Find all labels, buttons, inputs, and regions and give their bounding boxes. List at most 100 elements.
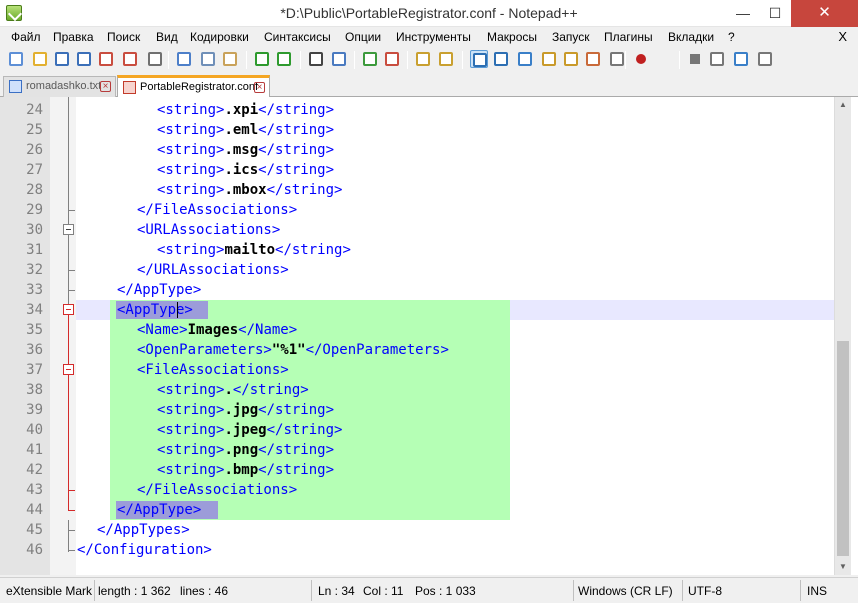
zoom-out-icon[interactable] — [383, 50, 401, 68]
fold-end-marker — [68, 290, 75, 291]
scroll-down-icon[interactable]: ▼ — [835, 559, 851, 575]
code-line-40[interactable]: 40 <string>.jpeg</string> — [0, 420, 834, 440]
code-line-25[interactable]: 25 <string>.eml</string> — [0, 120, 834, 140]
fold-collapse-icon[interactable] — [63, 304, 74, 315]
close-all-icon[interactable] — [121, 50, 139, 68]
status-language: eXtensible Markup Language file — [6, 584, 92, 598]
vertical-scrollbar[interactable]: ▲ ▼ — [834, 97, 851, 575]
undo-icon[interactable] — [253, 50, 271, 68]
paste-icon[interactable] — [221, 50, 239, 68]
close-document-button[interactable]: X — [838, 29, 847, 44]
code-line-46[interactable]: 46 </Configuration> — [0, 540, 834, 560]
code-line-39[interactable]: 39 <string>.jpg</string> — [0, 400, 834, 420]
code-line-26[interactable]: 26 <string>.msg</string> — [0, 140, 834, 160]
toolbar — [0, 47, 858, 73]
replace-icon[interactable] — [330, 50, 348, 68]
code-line-41[interactable]: 41 <string>.png</string> — [0, 440, 834, 460]
redo-icon[interactable] — [275, 50, 293, 68]
code-line-35[interactable]: 35 <Name>Images</Name> — [0, 320, 834, 340]
xml-tag: <string> — [157, 422, 225, 438]
code-text: </FileAssociations> — [137, 200, 297, 220]
tab-portableregistrator[interactable]: PortableRegistrator.conf × — [117, 75, 270, 98]
menu-help[interactable]: ? — [728, 30, 735, 44]
tab-romadashko[interactable]: romadashko.txt × — [3, 76, 116, 97]
save-icon[interactable] — [53, 50, 71, 68]
code-text: </URLAssociations> — [137, 260, 289, 280]
scroll-up-icon[interactable]: ▲ — [835, 97, 851, 113]
fold-line — [68, 520, 69, 552]
menu-file[interactable]: Файл — [11, 30, 41, 44]
copy-icon[interactable] — [199, 50, 217, 68]
code-line-44[interactable]: 44 </AppType> — [0, 500, 834, 520]
record-macro-icon[interactable] — [632, 50, 650, 68]
xml-value: .msg — [224, 142, 259, 158]
close-window-button[interactable]: ✕ — [791, 0, 858, 27]
sync-horizontal-icon[interactable] — [437, 50, 455, 68]
menu-macro[interactable]: Макросы — [487, 30, 537, 44]
menu-run[interactable]: Запуск — [552, 30, 590, 44]
menu-encoding[interactable]: Кодировки — [190, 30, 249, 44]
fold-collapse-icon[interactable] — [63, 364, 74, 375]
play-macro-icon[interactable] — [708, 50, 726, 68]
menu-edit[interactable]: Правка — [53, 30, 94, 44]
code-line-33[interactable]: 33 </AppType> — [0, 280, 834, 300]
indent-guide-icon[interactable] — [516, 50, 534, 68]
run-macro-multiple-icon[interactable] — [732, 50, 750, 68]
zoom-in-icon[interactable] — [361, 50, 379, 68]
tab-close-icon[interactable]: × — [254, 82, 265, 93]
code-line-38[interactable]: 38 <string>.</string> — [0, 380, 834, 400]
xml-tag: <string> — [157, 382, 225, 398]
open-file-icon[interactable] — [31, 50, 49, 68]
print-icon[interactable] — [146, 50, 164, 68]
function-list-icon[interactable] — [562, 50, 580, 68]
menu-plugins[interactable]: Плагины — [604, 30, 653, 44]
xml-tag: </string> — [258, 462, 335, 478]
menu-view[interactable]: Вид — [156, 30, 178, 44]
stop-macro-icon[interactable] — [686, 50, 704, 68]
code-line-28[interactable]: 28 <string>.mbox</string> — [0, 180, 834, 200]
code-line-31[interactable]: 31 <string>mailto</string> — [0, 240, 834, 260]
editor-area[interactable]: 24 <string>.xpi</string> 25 <string>.eml</s… — [0, 97, 858, 575]
code-text: <OpenParameters>"%1"</OpenParameters> — [137, 340, 449, 360]
xml-tag: </FileAssociations> — [137, 482, 298, 498]
code-line-36[interactable]: 36 <OpenParameters>"%1"</OpenParameters> — [0, 340, 834, 360]
code-line-24[interactable]: 24 <string>.xpi</string> — [0, 100, 834, 120]
tab-close-icon[interactable]: × — [100, 81, 111, 92]
tab-bar: romadashko.txt × PortableRegistrator.con… — [0, 73, 858, 98]
menu-settings[interactable]: Опции — [345, 30, 381, 44]
file-icon — [9, 80, 22, 93]
doc-map-icon[interactable] — [540, 50, 558, 68]
new-file-icon[interactable] — [7, 50, 25, 68]
show-all-chars-icon[interactable] — [492, 50, 510, 68]
fold-end-marker — [68, 550, 75, 551]
sync-vertical-icon[interactable] — [414, 50, 432, 68]
word-wrap-icon[interactable] — [470, 50, 488, 68]
code-line-37[interactable]: 37 <FileAssociations> — [0, 360, 834, 380]
code-line-34[interactable]: 34 <AppType> — [0, 300, 834, 320]
monitoring-icon[interactable] — [608, 50, 626, 68]
code-line-27[interactable]: 27 <string>.ics</string> — [0, 160, 834, 180]
menu-window[interactable]: Вкладки — [668, 30, 714, 44]
xml-tag: </Configuration> — [77, 542, 212, 558]
find-icon[interactable] — [307, 50, 325, 68]
menu-tools[interactable]: Инструменты — [396, 30, 471, 44]
maximize-button[interactable]: ☐ — [760, 0, 790, 27]
scrollbar-thumb[interactable] — [837, 341, 849, 556]
cut-icon[interactable] — [175, 50, 193, 68]
menu-search[interactable]: Поиск — [107, 30, 140, 44]
close-icon[interactable] — [97, 50, 115, 68]
fold-collapse-icon[interactable] — [63, 224, 74, 235]
xml-value: .png — [224, 442, 259, 458]
menu-language[interactable]: Синтаксисы — [264, 30, 331, 44]
code-line-43[interactable]: 43 </FileAssociations> — [0, 480, 834, 500]
code-line-42[interactable]: 42 <string>.bmp</string> — [0, 460, 834, 480]
code-line-32[interactable]: 32 </URLAssociations> — [0, 260, 834, 280]
minimize-button[interactable]: — — [728, 0, 758, 27]
code-line-45[interactable]: 45 </AppTypes> — [0, 520, 834, 540]
folder-workspace-icon[interactable] — [584, 50, 602, 68]
save-all-icon[interactable] — [75, 50, 93, 68]
code-line-30[interactable]: 30 <URLAssociations> — [0, 220, 834, 240]
code-line-29[interactable]: 29 </FileAssociations> — [0, 200, 834, 220]
save-macro-icon[interactable] — [756, 50, 774, 68]
xml-tag: <OpenParameters> — [137, 342, 272, 358]
